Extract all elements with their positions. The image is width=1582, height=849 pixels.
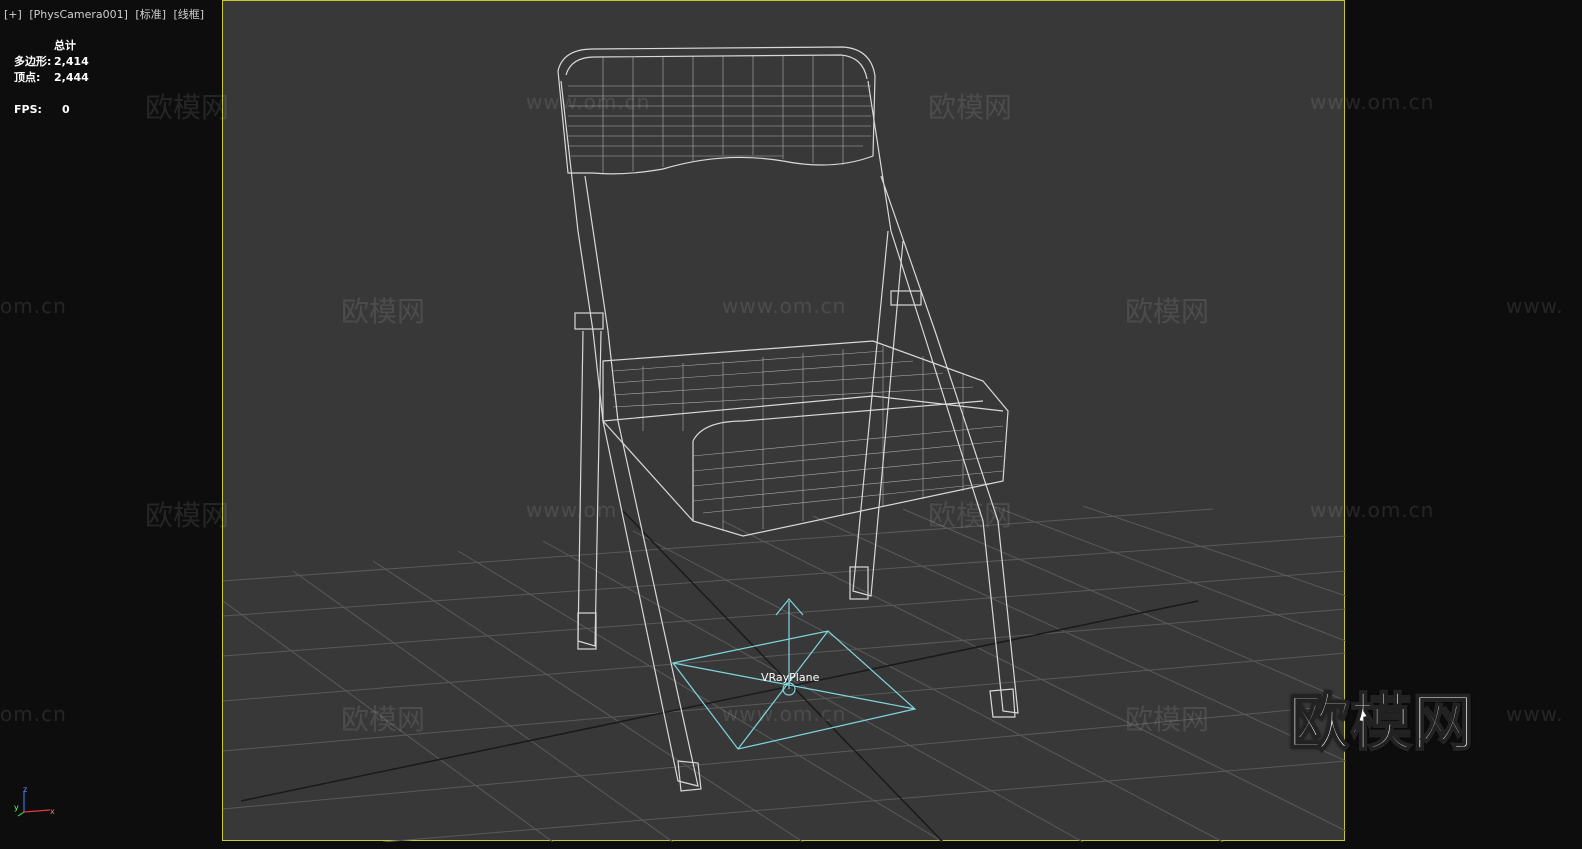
svg-text:y: y [14,803,19,812]
watermark-url-partial: www. [1506,294,1564,318]
fps-value: 0 [62,103,70,116]
polygons-label: 多边形: [14,55,52,68]
viewport-plus-menu[interactable]: [+] [4,8,22,21]
svg-text:x: x [50,807,55,816]
viewport-statistics: 总计 多边形: 2,414 顶点: 2,444 FPS: 0 [14,38,89,118]
polygons-value: 2,414 [54,55,89,68]
viewport-label-menu[interactable]: [+] [PhysCamera001] [标准] [线框] [4,6,208,22]
vertices-label: 顶点: [14,71,41,84]
watermark-brand: 欧模网 [145,499,230,532]
stats-header: 总计 [54,39,76,52]
viewport-shading-menu[interactable]: [标准] [135,8,166,21]
fps-label: FPS: [14,103,42,116]
watermark-url-partial: om.cn [0,702,67,726]
camera-viewport[interactable]: VRayPlane [222,0,1346,842]
watermark-url-partial: om.cn [0,294,67,318]
grid-main-axes [240,510,1199,842]
svg-text:z: z [23,785,27,794]
vray-plane-label: VRayPlane [761,671,820,684]
watermark-logo: 欧模网 [1287,685,1475,760]
vertices-value: 2,444 [54,71,89,84]
viewport-display-menu[interactable]: [线框] [174,8,205,21]
wireframe-scene: VRayPlane [223,46,1346,842]
axis-tripod-icon: z x y [14,785,55,817]
watermark-url-partial: www. [1506,702,1564,726]
viewport-camera-menu[interactable]: [PhysCamera001] [29,8,128,21]
watermark-brand: 欧模网 [145,91,230,124]
